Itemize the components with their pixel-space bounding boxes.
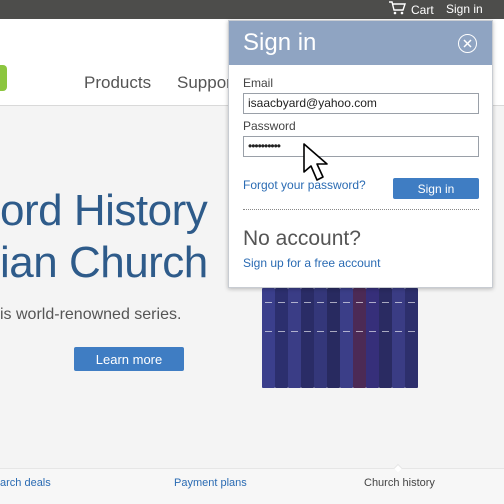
hero-title-line2: ian Church: [0, 238, 208, 287]
shopping-cart-icon: [388, 1, 406, 18]
cart-link[interactable]: Cart: [388, 0, 434, 19]
hero-title-line1: ord History: [0, 186, 208, 235]
password-label: Password: [243, 119, 296, 133]
password-field[interactable]: ••••••••••: [243, 136, 479, 157]
category-strip: arch deals Payment plans Church history: [0, 463, 504, 504]
email-field[interactable]: isaacbyard@yahoo.com: [243, 93, 479, 114]
book-set-image: [262, 288, 418, 388]
category-link-payment-plans[interactable]: Payment plans: [174, 477, 247, 489]
nav-item-support[interactable]: Suppor: [177, 73, 232, 93]
close-circle-icon[interactable]: [458, 34, 477, 53]
nav-item-products[interactable]: Products: [84, 73, 151, 93]
signin-button[interactable]: Sign in: [393, 178, 479, 199]
popup-title: Sign in: [243, 29, 317, 56]
divider: [243, 209, 479, 210]
learn-more-button[interactable]: Learn more: [74, 347, 184, 371]
top-utility-bar: Cart Sign in: [0, 0, 504, 19]
mouse-pointer-icon: [302, 142, 336, 184]
email-label: Email: [243, 76, 274, 90]
category-link-church-history[interactable]: Church history: [364, 477, 435, 489]
signin-popup: Sign in Email isaacbyard@yahoo.com Passw…: [228, 20, 493, 288]
popup-header: Sign in: [229, 21, 492, 65]
logo[interactable]: [0, 65, 7, 91]
cart-label: Cart: [411, 2, 434, 17]
hero-subtitle: is world-renowned series.: [0, 306, 182, 323]
no-account-heading: No account?: [243, 227, 361, 250]
top-signin-link[interactable]: Sign in: [446, 0, 483, 19]
category-link-search-deals[interactable]: arch deals: [0, 477, 51, 489]
signup-link[interactable]: Sign up for a free account: [243, 256, 380, 270]
